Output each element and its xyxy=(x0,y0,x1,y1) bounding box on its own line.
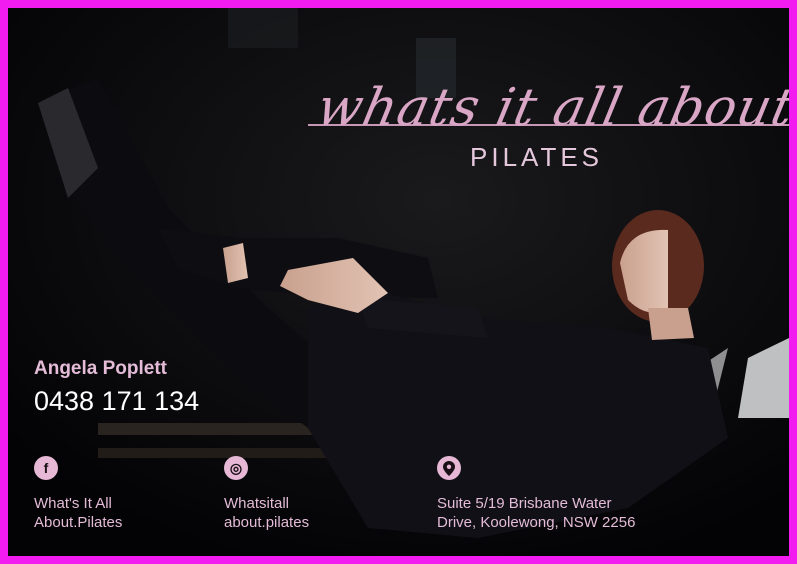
facebook-icon: f xyxy=(34,456,58,480)
logo-underline xyxy=(308,124,789,126)
brand-logo: whats it all about... PILATES xyxy=(308,28,797,208)
location-pin-glyph xyxy=(443,460,455,476)
facebook-block: f What's It All About.Pilates xyxy=(34,456,122,532)
facebook-line1: What's It All xyxy=(34,495,112,512)
address-line2: Drive, Koolewong, NSW 2256 xyxy=(437,514,636,531)
contact-phone: 0438 171 134 xyxy=(34,386,200,416)
instagram-icon: ◎ xyxy=(224,456,248,480)
instagram-block: ◎ Whatsitall about.pilates xyxy=(224,456,309,532)
business-card: whats it all about... PILATES Angela Pop… xyxy=(0,0,797,564)
address-line1: Suite 5/19 Brisbane Water xyxy=(437,495,612,512)
instagram-line1: Whatsitall xyxy=(224,495,290,512)
instagram-line2: about.pilates xyxy=(224,514,310,531)
location-block: Suite 5/19 Brisbane Water Drive, Koolewo… xyxy=(437,456,635,532)
location-pin-icon xyxy=(437,456,461,480)
contact-name: Angela Poplett xyxy=(34,358,168,379)
facebook-line2: About.Pilates xyxy=(34,514,123,531)
logo-script-text: whats it all about... xyxy=(311,78,797,138)
logo-subtitle: PILATES xyxy=(470,142,604,172)
